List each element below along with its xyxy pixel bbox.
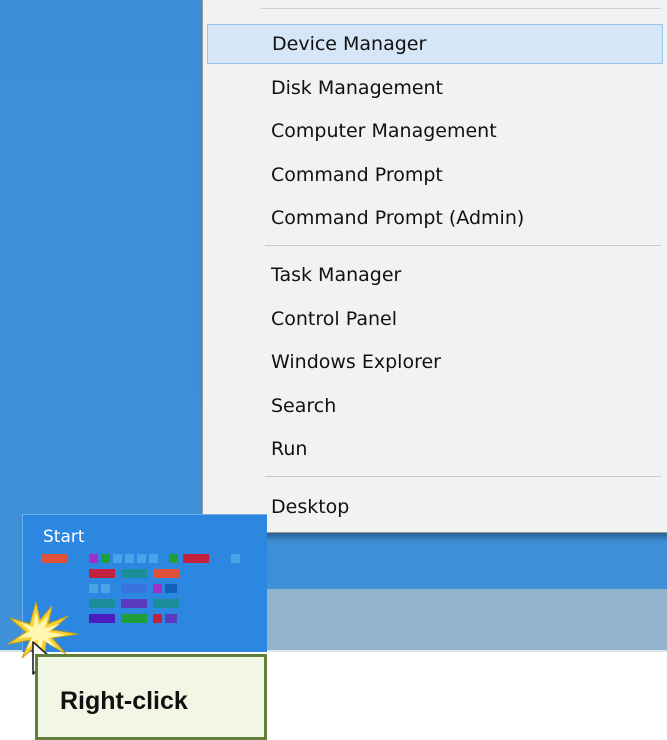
taskbar: [266, 589, 667, 652]
menu-item-disk-management[interactable]: Disk Management: [207, 68, 663, 108]
menu-item-search[interactable]: Search: [207, 386, 663, 426]
menu-separator: [265, 245, 661, 246]
menu-item-device-manager[interactable]: Device Manager: [207, 24, 663, 64]
callout-text: Right-click: [60, 687, 188, 715]
menu-item-run[interactable]: Run: [207, 429, 663, 469]
menu-item-windows-explorer[interactable]: Windows Explorer: [207, 342, 663, 382]
menu-top-divider: [261, 8, 661, 9]
menu-item-task-manager[interactable]: Task Manager: [207, 255, 663, 295]
menu-item-command-prompt-admin[interactable]: Command Prompt (Admin): [207, 198, 663, 238]
quick-link-menu: Device Manager Disk Management Computer …: [202, 0, 667, 533]
menu-item-desktop[interactable]: Desktop: [207, 487, 663, 527]
start-label: Start: [43, 527, 85, 547]
instruction-callout: Right-click: [35, 654, 267, 740]
menu-item-computer-management[interactable]: Computer Management: [207, 111, 663, 151]
menu-item-command-prompt[interactable]: Command Prompt: [207, 155, 663, 195]
menu-item-control-panel[interactable]: Control Panel: [207, 299, 663, 339]
menu-separator: [265, 476, 661, 477]
